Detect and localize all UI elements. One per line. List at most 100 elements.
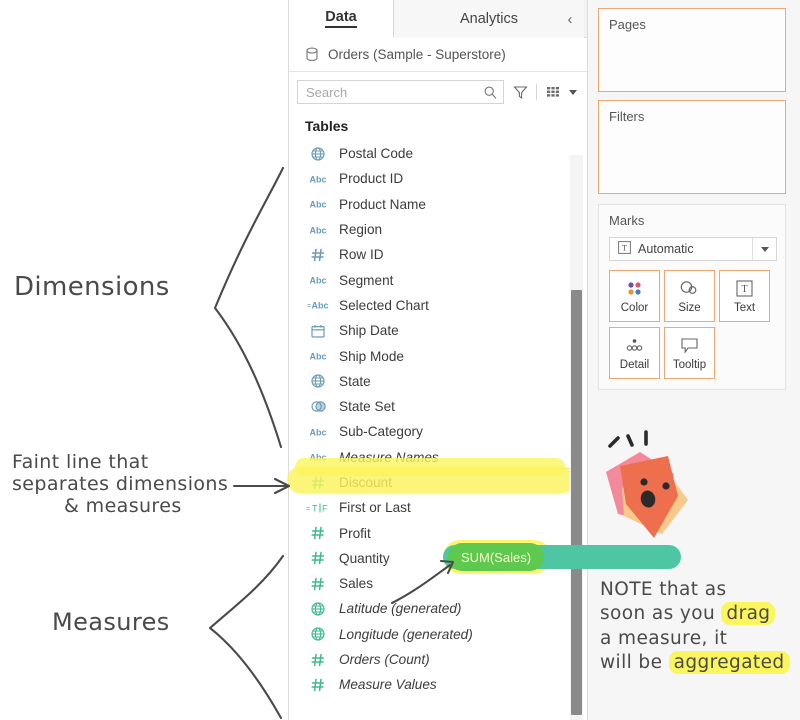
field-item-first-or-last[interactable]: = T F First or Last bbox=[289, 495, 587, 520]
marks-tooltip-button[interactable]: Tooltip bbox=[664, 327, 715, 379]
tooltip-bubble-icon bbox=[680, 336, 699, 356]
text-mark-icon: T bbox=[618, 241, 631, 257]
field-item-ship-date[interactable]: Ship Date bbox=[289, 318, 587, 343]
field-item-longitude-generated[interactable]: Longitude (generated) bbox=[289, 622, 587, 647]
svg-text:Abc: Abc bbox=[309, 175, 326, 185]
field-list-scrollbar-thumb[interactable] bbox=[571, 290, 582, 715]
marks-text-button[interactable]: T Text bbox=[719, 270, 770, 322]
globe-icon bbox=[305, 602, 331, 616]
svg-text:Abc: Abc bbox=[309, 225, 326, 235]
grid-view-icon[interactable] bbox=[544, 83, 562, 101]
marks-card: Marks T Automatic Color Size T Text Deta… bbox=[598, 204, 786, 390]
abc-icon: Abc bbox=[305, 274, 331, 286]
dragged-measure-pill[interactable]: SUM(Sales) bbox=[448, 543, 544, 571]
field-item-state-set[interactable]: State Set bbox=[289, 394, 587, 419]
marks-size-button[interactable]: Size bbox=[664, 270, 715, 322]
field-name: Row ID bbox=[339, 247, 384, 263]
database-icon bbox=[305, 47, 319, 63]
search-row: Search bbox=[289, 72, 587, 112]
hash-icon bbox=[305, 248, 331, 262]
field-name: Ship Mode bbox=[339, 348, 404, 364]
field-item-orders-count[interactable]: Orders (Count) bbox=[289, 647, 587, 672]
svg-text:Abc: Abc bbox=[309, 276, 326, 286]
mark-type-label: Automatic bbox=[638, 242, 694, 256]
globe-icon bbox=[305, 147, 331, 161]
mark-type-dropdown[interactable]: T Automatic bbox=[609, 237, 777, 261]
marks-detail-button[interactable]: Detail bbox=[609, 327, 660, 379]
annotation-note-line-4: will be bbox=[600, 652, 669, 674]
annotation-dimensions-label: Dimensions bbox=[14, 272, 170, 302]
annotation-note-line-3: a measure, it bbox=[600, 627, 728, 649]
color-dots-icon bbox=[625, 279, 644, 299]
tab-data[interactable]: Data bbox=[289, 0, 394, 38]
surprised-face-sticker bbox=[596, 430, 706, 550]
field-name: Product ID bbox=[339, 171, 404, 187]
annotation-note-highlight-drag: drag bbox=[721, 602, 776, 626]
svg-text:=: = bbox=[307, 303, 311, 310]
field-item-postal-code[interactable]: Postal Code bbox=[289, 141, 587, 166]
annotation-note: NOTE that as soon as you drag a measure,… bbox=[600, 578, 800, 676]
hash-icon bbox=[305, 526, 331, 540]
field-name: Measure Values bbox=[339, 677, 437, 693]
boolean-icon: = T F bbox=[305, 502, 331, 514]
search-placeholder: Search bbox=[306, 84, 348, 100]
datasource-row[interactable]: Orders (Sample - Superstore) bbox=[289, 38, 587, 72]
field-name: First or Last bbox=[339, 500, 411, 516]
field-name: Segment bbox=[339, 272, 394, 288]
marks-size-label: Size bbox=[678, 301, 701, 314]
annotation-faint-line-1: Faint line that bbox=[12, 451, 149, 473]
field-item-latitude-generated[interactable]: Latitude (generated) bbox=[289, 596, 587, 621]
annotation-note-line-1: NOTE that as bbox=[600, 579, 727, 600]
chevron-down-icon[interactable] bbox=[752, 238, 776, 260]
marks-color-button[interactable]: Color bbox=[609, 270, 660, 322]
marks-detail-label: Detail bbox=[619, 358, 650, 371]
chevron-down-icon[interactable] bbox=[569, 89, 577, 95]
field-name: Latitude (generated) bbox=[339, 601, 462, 617]
field-name: Quantity bbox=[339, 550, 390, 566]
annotation-note-highlight-aggregated: aggregated bbox=[668, 651, 790, 675]
hash-icon bbox=[305, 577, 331, 591]
field-item-selected-chart[interactable]: = Abc Selected Chart bbox=[289, 293, 587, 318]
abc-icon: Abc bbox=[305, 426, 331, 438]
field-item-measure-values[interactable]: Measure Values bbox=[289, 672, 587, 697]
screenshot-root: Data Analytics ‹ Orders (Sample - Supers… bbox=[0, 0, 800, 720]
calendar-icon bbox=[305, 324, 331, 338]
filter-funnel-icon[interactable] bbox=[511, 83, 529, 101]
tab-analytics[interactable]: Analytics bbox=[394, 0, 584, 38]
chevron-left-icon[interactable]: ‹ bbox=[561, 10, 579, 28]
annotation-note-line-2: soon as you bbox=[600, 603, 722, 625]
svg-text:Abc: Abc bbox=[309, 200, 326, 210]
marks-buttons: Color Size T Text Detail Tooltip bbox=[609, 270, 781, 384]
pane-tabs: Data Analytics ‹ bbox=[289, 0, 587, 38]
field-item-product-name[interactable]: Abc Product Name bbox=[289, 192, 587, 217]
toolbar-divider bbox=[536, 84, 537, 100]
field-item-state[interactable]: State bbox=[289, 369, 587, 394]
search-input[interactable]: Search bbox=[297, 80, 504, 104]
detail-dots-icon bbox=[624, 336, 645, 356]
field-item-region[interactable]: Abc Region bbox=[289, 217, 587, 242]
field-name: Sub-Category bbox=[339, 424, 423, 440]
field-item-segment[interactable]: Abc Segment bbox=[289, 267, 587, 292]
field-item-row-id[interactable]: Row ID bbox=[289, 242, 587, 267]
field-item-sales[interactable]: Sales bbox=[289, 571, 587, 596]
svg-text:=: = bbox=[306, 506, 310, 513]
svg-text:Abc: Abc bbox=[309, 352, 326, 362]
filters-shelf-title: Filters bbox=[609, 109, 645, 124]
field-item-ship-mode[interactable]: Abc Ship Mode bbox=[289, 343, 587, 368]
annotation-faint-line-3: & measures bbox=[64, 494, 182, 517]
annotation-faint-line: Faint line that separates dimensions & m… bbox=[12, 451, 228, 518]
field-name: Product Name bbox=[339, 196, 426, 212]
set-icon bbox=[305, 400, 331, 413]
field-name: State bbox=[339, 373, 371, 389]
filters-shelf[interactable]: Filters bbox=[598, 100, 786, 194]
marks-color-label: Color bbox=[620, 301, 649, 314]
svg-text:Abc: Abc bbox=[309, 428, 326, 438]
svg-text:T: T bbox=[312, 503, 318, 513]
abc-icon: Abc bbox=[305, 198, 331, 210]
field-item-sub-category[interactable]: Abc Sub-Category bbox=[289, 419, 587, 444]
field-item-product-id[interactable]: Abc Product ID bbox=[289, 166, 587, 191]
field-list: Postal Code Abc Product ID Abc Product Name A… bbox=[287, 141, 587, 698]
field-name: State Set bbox=[339, 399, 395, 415]
abc-icon: Abc bbox=[305, 173, 331, 185]
pages-shelf[interactable]: Pages bbox=[598, 8, 786, 92]
